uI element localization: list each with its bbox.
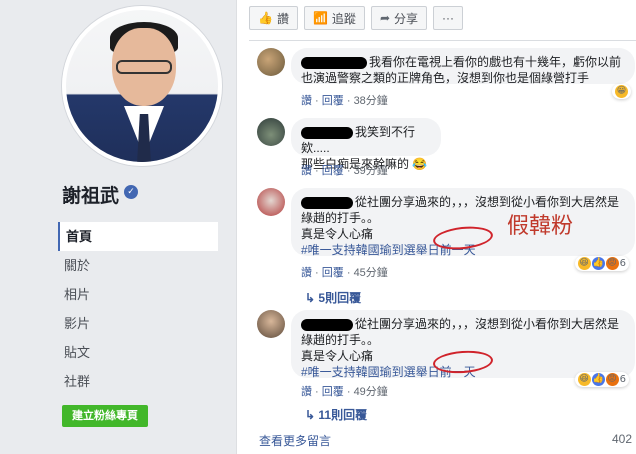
angry-emoji-icon: 😡 — [605, 373, 619, 386]
page-name[interactable]: 謝祖武 — [62, 181, 119, 208]
comment-text: 從社團分享過來的，，，沒想到從小看你到大居然是 — [355, 195, 620, 209]
comment-time: 45分鐘 — [353, 267, 388, 279]
comment-like-link[interactable]: 讚 — [301, 386, 312, 398]
follow-button[interactable]: 📶 追蹤 — [303, 6, 365, 30]
thumbs-up-icon: 👍 — [258, 11, 273, 25]
comments-count: 402 — [611, 432, 632, 446]
more-label: ··· — [442, 11, 455, 25]
view-replies-link[interactable]: ↳ 5則回覆 — [305, 289, 361, 306]
reply-arrow-icon: ↳ — [305, 291, 316, 305]
avatar-glasses — [116, 60, 172, 74]
share-label: 分享 — [394, 11, 419, 26]
verified-badge-icon: ✓ — [124, 185, 138, 199]
comment-reply-link[interactable]: 回覆 — [322, 165, 344, 177]
comment-meta: 讚 · 回覆 · 39分鐘 — [301, 165, 388, 177]
nav-community[interactable]: 社群 — [58, 367, 218, 396]
nav-videos[interactable]: 影片 — [58, 309, 218, 338]
comment-text: 從社團分享過來的，，，沒想到從小看你到大居然是 — [355, 317, 620, 331]
create-page-button[interactable]: 建立粉絲專頁 — [62, 405, 148, 427]
haha-emoji-icon: 😀 — [615, 85, 628, 98]
nav-posts[interactable]: 貼文 — [58, 338, 218, 367]
commenter-avatar[interactable] — [257, 310, 285, 338]
comment-text: 綠趙的打手。。 — [301, 211, 380, 225]
commenter-avatar[interactable] — [257, 118, 285, 146]
comment-like-link[interactable]: 讚 — [301, 95, 312, 107]
comment-text: 也演過警察之類的正牌角色，沒想到你也是個綠營打手 — [301, 71, 590, 85]
nav-about[interactable]: 關於 — [58, 251, 218, 280]
redacted-name — [301, 318, 353, 331]
reaction-summary[interactable]: 😀 — [612, 84, 631, 99]
see-more-comments-link[interactable]: 查看更多留言 — [259, 432, 331, 449]
replies-count: 5則回覆 — [318, 291, 362, 305]
divider — [249, 40, 636, 41]
comment-time: 39分鐘 — [353, 165, 388, 177]
more-options-button[interactable]: ··· — [433, 6, 464, 30]
page-nav: 首頁 關於 相片 影片 貼文 社群 — [58, 222, 218, 396]
like-label: 讚 — [276, 11, 289, 26]
haha-emoji-icon: 😆 — [577, 257, 591, 270]
like-reaction-icon: 👍 — [591, 257, 605, 270]
comment-2: 我笑到不行欸..... 那些白痴是來幹嘛的 😂 讚 · 回覆 · 39分鐘 — [257, 118, 636, 178]
commenter-avatar[interactable] — [257, 48, 285, 76]
nav-photos[interactable]: 相片 — [58, 280, 218, 309]
redacted-name — [301, 196, 353, 209]
post-action-bar: 👍 讚 📶 追蹤 ➦ 分享 ··· — [249, 6, 464, 32]
like-reaction-icon: 👍 — [591, 373, 605, 386]
follow-label: 追蹤 — [331, 11, 356, 26]
comment-bubble: 我看你在電視上看你的戲也有十幾年，虧你以前 也演過警察之類的正牌角色，沒想到你也… — [291, 48, 635, 85]
comment-meta: 讚 · 回覆 · 45分鐘 — [301, 267, 388, 279]
left-sidebar: 謝祖武 ✓ 首頁 關於 相片 影片 貼文 社群 建立粉絲專頁 — [0, 0, 236, 454]
reaction-count: 6 — [619, 374, 626, 385]
share-button[interactable]: ➦ 分享 — [370, 6, 428, 30]
angry-emoji-icon: 😡 — [605, 257, 619, 270]
comment-reply-link[interactable]: 回覆 — [322, 95, 344, 107]
comment-time: 38分鐘 — [353, 95, 388, 107]
comment-1: 我看你在電視上看你的戲也有十幾年，虧你以前 也演過警察之類的正牌角色，沒想到你也… — [257, 48, 636, 108]
view-replies-link[interactable]: ↳ 11則回覆 — [305, 406, 367, 423]
commenter-avatar[interactable] — [257, 188, 285, 216]
comment-text: 我看你在電視上看你的戲也有十幾年，虧你以前 — [369, 55, 622, 69]
comment-reply-link[interactable]: 回覆 — [322, 386, 344, 398]
haha-emoji-icon: 😆 — [577, 373, 591, 386]
comment-time: 49分鐘 — [353, 386, 388, 398]
share-arrow-icon: ➦ — [379, 11, 390, 25]
comment-bubble: 我笑到不行欸..... 那些白痴是來幹嘛的 😂 — [291, 118, 441, 171]
reply-arrow-icon: ↳ — [305, 408, 316, 422]
replies-count: 11則回覆 — [318, 408, 368, 422]
redacted-name — [301, 126, 353, 139]
redacted-name — [301, 56, 367, 69]
rss-icon: 📶 — [312, 11, 328, 25]
profile-picture[interactable] — [62, 6, 222, 166]
annotation-text: 假韓粉 — [507, 214, 574, 239]
post-comments-panel: 👍 讚 📶 追蹤 ➦ 分享 ··· 我看你在電視上看你的戲也有十幾年，虧你以前 … — [236, 0, 636, 454]
reaction-summary[interactable]: 😆 👍 😡 6 — [574, 256, 629, 271]
comment-meta: 讚 · 回覆 · 38分鐘 — [301, 95, 388, 107]
comment-like-link[interactable]: 讚 — [301, 267, 312, 279]
comment-meta: 讚 · 回覆 · 49分鐘 — [301, 386, 388, 398]
nav-home[interactable]: 首頁 — [58, 222, 218, 251]
like-button[interactable]: 👍 讚 — [249, 6, 298, 30]
reaction-count: 6 — [619, 258, 626, 269]
comment-reply-link[interactable]: 回覆 — [322, 267, 344, 279]
comment-like-link[interactable]: 讚 — [301, 165, 312, 177]
comment-text: 綠趙的打手。。 — [301, 333, 380, 347]
reaction-summary[interactable]: 😆 👍 😡 6 — [574, 372, 629, 387]
